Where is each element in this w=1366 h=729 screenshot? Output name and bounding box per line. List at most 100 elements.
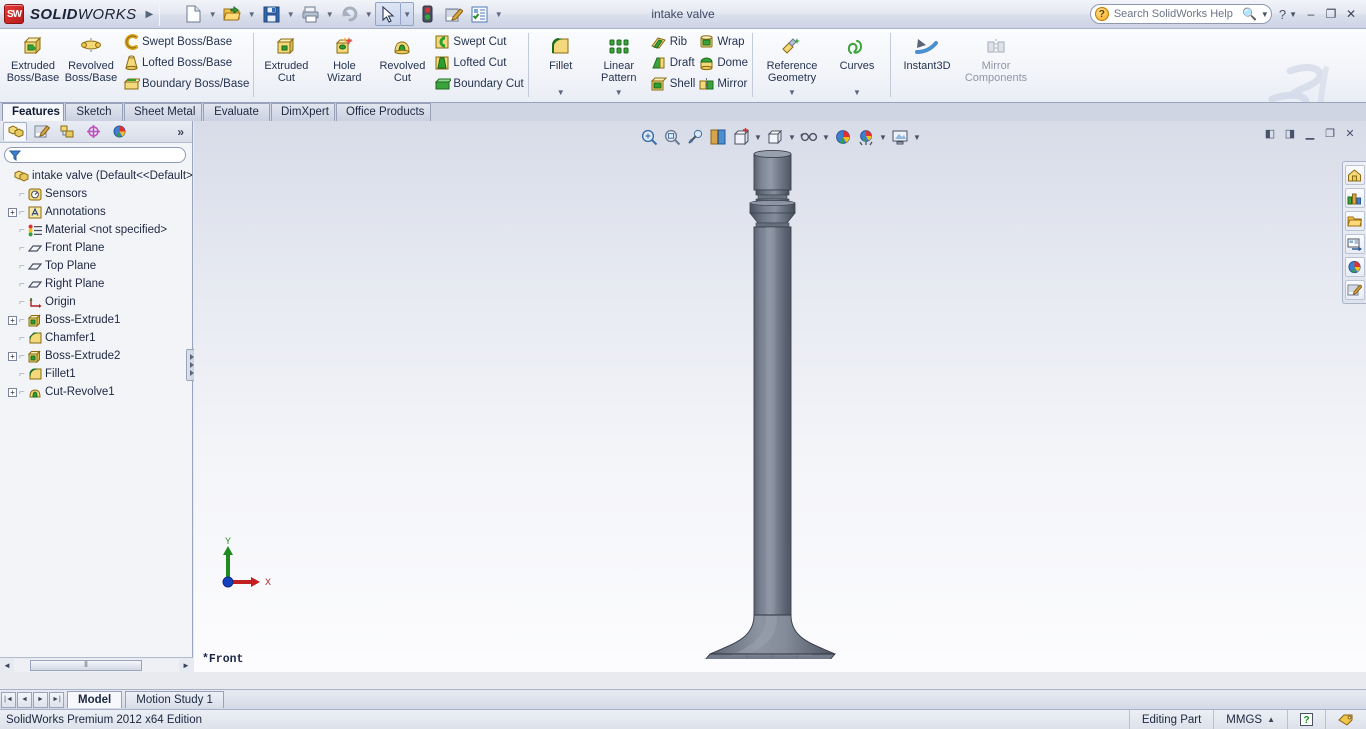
boundary-cut-button[interactable]: Boundary Cut — [431, 75, 524, 93]
swept-boss-base-button[interactable]: Swept Boss/Base — [120, 33, 249, 51]
extruded-boss-base-button[interactable]: Extruded Boss/Base — [4, 31, 62, 84]
feature-tree-horizontal-scrollbar[interactable]: ◄ ⦀ ► — [0, 657, 193, 672]
zoom-to-area-button[interactable] — [661, 126, 683, 148]
doc-restore-button[interactable]: ❐ — [1322, 126, 1338, 140]
rib-button[interactable]: Rib — [648, 33, 696, 51]
tree-item-origin[interactable]: ⌐ Origin — [2, 293, 192, 311]
tree-item-boss-extrude2[interactable]: + ⌐ Boss-Extrude2 — [2, 347, 192, 365]
file-explorer-tab[interactable] — [1344, 211, 1365, 231]
tag-icon[interactable] — [1325, 709, 1366, 729]
reference-geometry-button[interactable]: Reference Geometry ▼ — [756, 31, 828, 97]
feature-tree-filter[interactable] — [4, 147, 186, 163]
tree-item-boss-extrude1[interactable]: + ⌐ Boss-Extrude1 — [2, 311, 192, 329]
tree-item-part[interactable]: intake valve (Default<<Default> — [2, 167, 193, 185]
scrollbar-thumb[interactable]: ⦀ — [30, 659, 142, 671]
minimize-button[interactable]: – — [1301, 7, 1321, 21]
view-palette-tab[interactable] — [1344, 234, 1365, 254]
doc-close-button[interactable]: ✕ — [1342, 126, 1358, 140]
search-input[interactable] — [1108, 7, 1241, 21]
scroll-left-arrow[interactable]: ◄ — [0, 661, 14, 670]
new-document-dropdown-icon[interactable]: ▼ — [206, 2, 219, 26]
open-document-button[interactable] — [219, 2, 245, 26]
tab-features[interactable]: Features — [2, 103, 64, 121]
tab-office-products[interactable]: Office Products — [336, 103, 431, 121]
expand-plus-icon[interactable]: + — [8, 207, 17, 217]
manager-tabs-more-button[interactable]: » — [177, 125, 184, 139]
view-settings-dropdown-icon[interactable]: ▼ — [912, 126, 922, 148]
reference-geometry-dropdown-icon[interactable]: ▼ — [788, 87, 796, 99]
curves-dropdown-icon[interactable]: ▼ — [853, 87, 861, 99]
rebuild-button[interactable] — [414, 2, 440, 26]
dimxpert-manager-tab[interactable] — [81, 122, 105, 141]
tab-dimxpert[interactable]: DimXpert — [271, 103, 335, 121]
tree-item-front-plane[interactable]: ⌐ Front Plane — [2, 239, 192, 257]
swept-cut-button[interactable]: Swept Cut — [431, 33, 523, 51]
extruded-cut-button[interactable]: Extruded Cut — [257, 31, 315, 84]
lofted-boss-base-button[interactable]: Lofted Boss/Base — [120, 54, 249, 72]
graphics-area[interactable]: ▼ ▼ ▼ ▼ ▼ ◧ ◨ ▁ ❐ ✕ Y X *Front — [194, 121, 1366, 672]
tab-evaluate[interactable]: Evaluate — [203, 103, 270, 121]
options-button[interactable] — [466, 2, 492, 26]
units-caret-icon[interactable]: ▲ — [1267, 715, 1275, 724]
tree-item-cut-revolve1[interactable]: + ⌐ Cut-Revolve1 — [2, 383, 192, 401]
new-document-button[interactable] — [180, 2, 206, 26]
scrollbar-track[interactable]: ⦀ — [14, 658, 179, 672]
tree-item-top-plane[interactable]: ⌐ Top Plane — [2, 257, 192, 275]
expand-plus-icon[interactable]: + — [8, 351, 17, 361]
feature-manager-tab[interactable] — [3, 122, 27, 141]
solidworks-logo[interactable]: SW SOLIDWORKS — [0, 0, 137, 29]
doc-minimize-button[interactable]: ▁ — [1302, 126, 1318, 140]
custom-properties-tab[interactable] — [1344, 280, 1365, 300]
restore-button[interactable]: ❐ — [1321, 7, 1341, 21]
restore-right-button[interactable]: ◨ — [1282, 126, 1298, 140]
design-library-tab[interactable] — [1344, 188, 1365, 208]
hole-wizard-button[interactable]: Hole Wizard — [315, 31, 373, 84]
tab-sheet-metal[interactable]: Sheet Metal — [124, 103, 202, 121]
menu-expand-arrow[interactable]: ▶ — [146, 9, 154, 20]
draft-button[interactable]: Draft — [648, 54, 696, 72]
help-dropdown-icon[interactable]: ▼ — [1289, 10, 1297, 19]
mirror-button[interactable]: Mirror — [695, 75, 748, 93]
tree-item-annotations[interactable]: + ⌐ Annotations — [2, 203, 192, 221]
fillet-dropdown-icon[interactable]: ▼ — [557, 87, 565, 99]
tab-model[interactable]: Model — [67, 691, 123, 708]
open-document-dropdown-icon[interactable]: ▼ — [245, 2, 258, 26]
status-help-button[interactable]: ? — [1287, 709, 1325, 729]
tree-item-material[interactable]: ⌐ Material <not specified> — [2, 221, 192, 239]
dome-button[interactable]: Dome — [695, 54, 748, 72]
instant3d-button[interactable]: Instant3D — [894, 31, 960, 72]
print-document-dropdown-icon[interactable]: ▼ — [323, 2, 336, 26]
tree-item-right-plane[interactable]: ⌐ Right Plane — [2, 275, 192, 293]
wrap-button[interactable]: Wrap — [695, 33, 748, 51]
tree-item-chamfer1[interactable]: ⌐ Chamfer1 — [2, 329, 192, 347]
undo-button[interactable] — [336, 2, 362, 26]
tree-item-fillet1[interactable]: ⌐ Fillet1 — [2, 365, 192, 383]
search-box[interactable]: ? 🔍 ▼ — [1089, 4, 1272, 24]
magnifier-icon[interactable]: 🔍 — [1241, 7, 1259, 21]
help-button[interactable]: ? — [1279, 7, 1286, 22]
expand-plus-icon[interactable]: + — [8, 315, 17, 325]
fillet-button[interactable]: Fillet ▼ — [532, 31, 590, 97]
units-selector[interactable]: MMGS ▲ — [1213, 709, 1287, 729]
property-manager-tab[interactable] — [29, 122, 53, 141]
lofted-cut-button[interactable]: Lofted Cut — [431, 54, 523, 72]
tab-motion-study-1[interactable]: Motion Study 1 — [125, 691, 224, 708]
expand-plus-icon[interactable]: + — [8, 387, 17, 397]
configuration-manager-tab[interactable] — [55, 122, 79, 141]
select-dropdown-icon[interactable]: ▼ — [401, 2, 415, 26]
tab-nav-next[interactable]: ► — [33, 691, 48, 708]
restore-left-button[interactable]: ◧ — [1262, 126, 1278, 140]
display-manager-tab[interactable] — [107, 122, 131, 141]
save-document-dropdown-icon[interactable]: ▼ — [284, 2, 297, 26]
scroll-right-arrow[interactable]: ► — [179, 661, 193, 670]
revolved-boss-base-button[interactable]: Revolved Boss/Base — [62, 31, 120, 84]
shell-button[interactable]: Shell — [648, 75, 695, 93]
tab-nav-first[interactable]: |◄ — [1, 691, 16, 708]
tree-item-sensors[interactable]: ⌐ Sensors — [2, 185, 192, 203]
select-button[interactable] — [375, 2, 402, 26]
zoom-to-fit-button[interactable] — [638, 126, 660, 148]
file-properties-button[interactable] — [440, 2, 466, 26]
revolved-cut-button[interactable]: Revolved Cut — [373, 31, 431, 84]
solidworks-resources-tab[interactable] — [1344, 165, 1365, 185]
options-dropdown-icon[interactable]: ▼ — [492, 2, 505, 26]
